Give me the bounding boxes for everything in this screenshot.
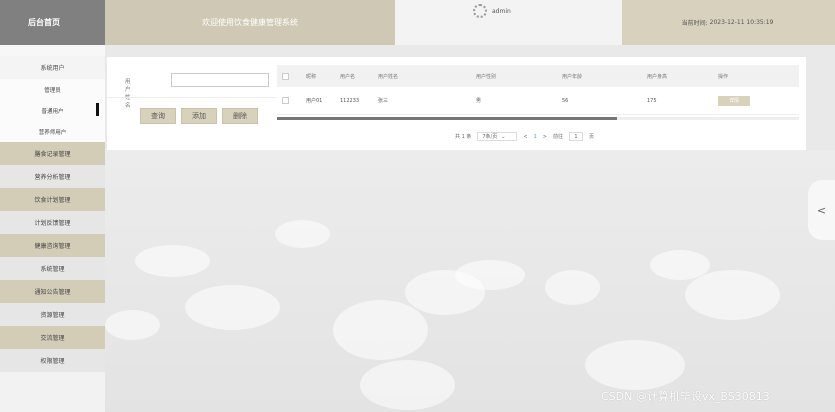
sidebar-item-label: 普通用户 xyxy=(41,108,64,115)
search-label: 用户姓名 xyxy=(125,79,131,109)
cell-nickname: 用户01 xyxy=(306,98,323,104)
sidebar-item-label: 计划反馈管理 xyxy=(34,220,71,227)
sidebar-item-system[interactable]: 系统管理 xyxy=(0,257,105,280)
sidebar-item-label: 交流管理 xyxy=(40,335,65,342)
current-time: 当前时间: 2023-12-11 10:35:19 xyxy=(622,0,835,45)
next-page-button[interactable]: > xyxy=(543,134,547,140)
sidebar-item-admins[interactable]: 管理员 xyxy=(0,79,105,100)
cell-username: 112233 xyxy=(340,97,360,104)
cell-age: 56 xyxy=(562,97,569,104)
sidebar: 系统用户 管理员 普通用户 营养师用户 膳食记录管理 营养分析管理 饮食计划管理… xyxy=(0,56,105,372)
avatar-icon[interactable] xyxy=(473,4,487,18)
sidebar-item-label: 通知公告管理 xyxy=(34,289,71,296)
name-search-input[interactable] xyxy=(171,73,269,87)
top-bar: 后台首页 欢迎使用饮食健康管理系统 admin 当前时间: 2023-12-11… xyxy=(0,0,835,45)
sidebar-item-label: 系统用户 xyxy=(40,65,65,72)
pager-total: 共 1 条 xyxy=(455,134,472,140)
row-checkbox[interactable] xyxy=(282,97,289,104)
col-actions: 操作 xyxy=(718,73,729,80)
user-box[interactable]: admin xyxy=(395,0,622,45)
sidebar-item-label: 营养分析管理 xyxy=(34,174,71,181)
sidebar-item-system-users[interactable]: 系统用户 xyxy=(0,56,105,79)
sidebar-item-label: 饮食计划管理 xyxy=(34,197,71,204)
details-button[interactable]: 详情 xyxy=(718,95,750,106)
cell-height: 175 xyxy=(647,97,657,104)
text-cursor-icon xyxy=(96,103,99,116)
background-area xyxy=(105,150,835,412)
scrollbar-thumb[interactable] xyxy=(277,117,617,120)
chevron-down-icon: ⌄ xyxy=(501,133,506,140)
sidebar-item-label: 资源管理 xyxy=(40,312,65,319)
col-name[interactable]: 用户姓名 xyxy=(378,73,476,80)
col-username[interactable]: 用户名 xyxy=(340,73,378,80)
col-age[interactable]: 用户年龄 xyxy=(562,73,647,80)
sidebar-item-diet-plans[interactable]: 饮食计划管理 xyxy=(0,188,105,211)
sidebar-item-communication[interactable]: 交流管理 xyxy=(0,326,105,349)
table-header: 昵称 用户名 用户姓名 用户性别 用户年龄 用户身高 操作 xyxy=(277,65,799,87)
sidebar-item-permissions[interactable]: 权限管理 xyxy=(0,349,105,372)
add-button[interactable]: 添加 xyxy=(181,108,217,124)
col-height[interactable]: 用户身高 xyxy=(647,73,718,80)
sidebar-item-label: 健康咨询管理 xyxy=(34,243,71,250)
action-buttons: 查询 添加 删除 xyxy=(140,108,258,124)
sidebar-item-label: 管理员 xyxy=(44,87,61,94)
time-value: 2023-12-11 10:35:19 xyxy=(709,19,774,26)
sidebar-item-nutritionist-users[interactable]: 营养师用户 xyxy=(0,121,105,142)
sidebar-item-nutrition-analysis[interactable]: 营养分析管理 xyxy=(0,165,105,188)
content-panel: 用户姓名 查询 添加 删除 昵称 用户名 用户姓名 用户性别 用户年龄 用户身高… xyxy=(107,57,806,150)
username[interactable]: admin xyxy=(492,8,511,15)
col-gender[interactable]: 用户性别 xyxy=(476,73,562,80)
delete-button[interactable]: 删除 xyxy=(222,108,258,124)
welcome-title: 欢迎使用饮食健康管理系统 xyxy=(105,0,395,45)
time-label: 当前时间: xyxy=(681,20,708,27)
sidebar-item-normal-users[interactable]: 普通用户 xyxy=(0,100,105,121)
col-nickname[interactable]: 昵称 xyxy=(306,73,340,80)
sidebar-item-label: 权限管理 xyxy=(40,358,65,365)
page-size-value: 7条/页 xyxy=(482,134,498,140)
page-unit: 页 xyxy=(588,134,594,140)
goto-label: 前往 xyxy=(552,134,563,140)
pagination: 共 1 条 7条/页 ⌄ < 1 > 前往 1 页 xyxy=(455,132,594,141)
sidebar-item-plan-feedback[interactable]: 计划反馈管理 xyxy=(0,211,105,234)
sidebar-top-strip xyxy=(0,45,105,56)
horizontal-scrollbar[interactable] xyxy=(277,117,799,120)
divider xyxy=(107,97,277,98)
sidebar-item-label: 系统管理 xyxy=(40,266,65,273)
table-row[interactable]: 用户01 112233 张三 男 56 175 详情 xyxy=(277,87,799,115)
collapse-toggle-button[interactable]: < xyxy=(808,180,835,240)
prev-page-button[interactable]: < xyxy=(523,134,527,140)
page-size-select[interactable]: 7条/页 ⌄ xyxy=(477,132,518,141)
sidebar-item-label: 膳食记录管理 xyxy=(34,151,71,158)
sidebar-item-label: 营养师用户 xyxy=(38,129,67,136)
watermark: CSDN @计算机毕设vx_BS30813 xyxy=(601,390,770,403)
sidebar-item-health-consult[interactable]: 健康咨询管理 xyxy=(0,234,105,257)
home-brand[interactable]: 后台首页 xyxy=(0,0,105,45)
sidebar-item-notices[interactable]: 通知公告管理 xyxy=(0,280,105,303)
current-page[interactable]: 1 xyxy=(534,134,537,140)
cell-name: 张三 xyxy=(378,98,389,104)
select-all-checkbox[interactable] xyxy=(282,72,289,80)
users-table: 昵称 用户名 用户姓名 用户性别 用户年龄 用户身高 操作 用户01 11223… xyxy=(277,65,799,115)
sidebar-item-meal-records[interactable]: 膳食记录管理 xyxy=(0,142,105,165)
cell-gender: 男 xyxy=(476,98,482,104)
sidebar-item-resources[interactable]: 资源管理 xyxy=(0,303,105,326)
goto-page-input[interactable]: 1 xyxy=(568,132,583,141)
cell-actions: 详情 xyxy=(718,95,778,106)
query-button[interactable]: 查询 xyxy=(140,108,176,124)
